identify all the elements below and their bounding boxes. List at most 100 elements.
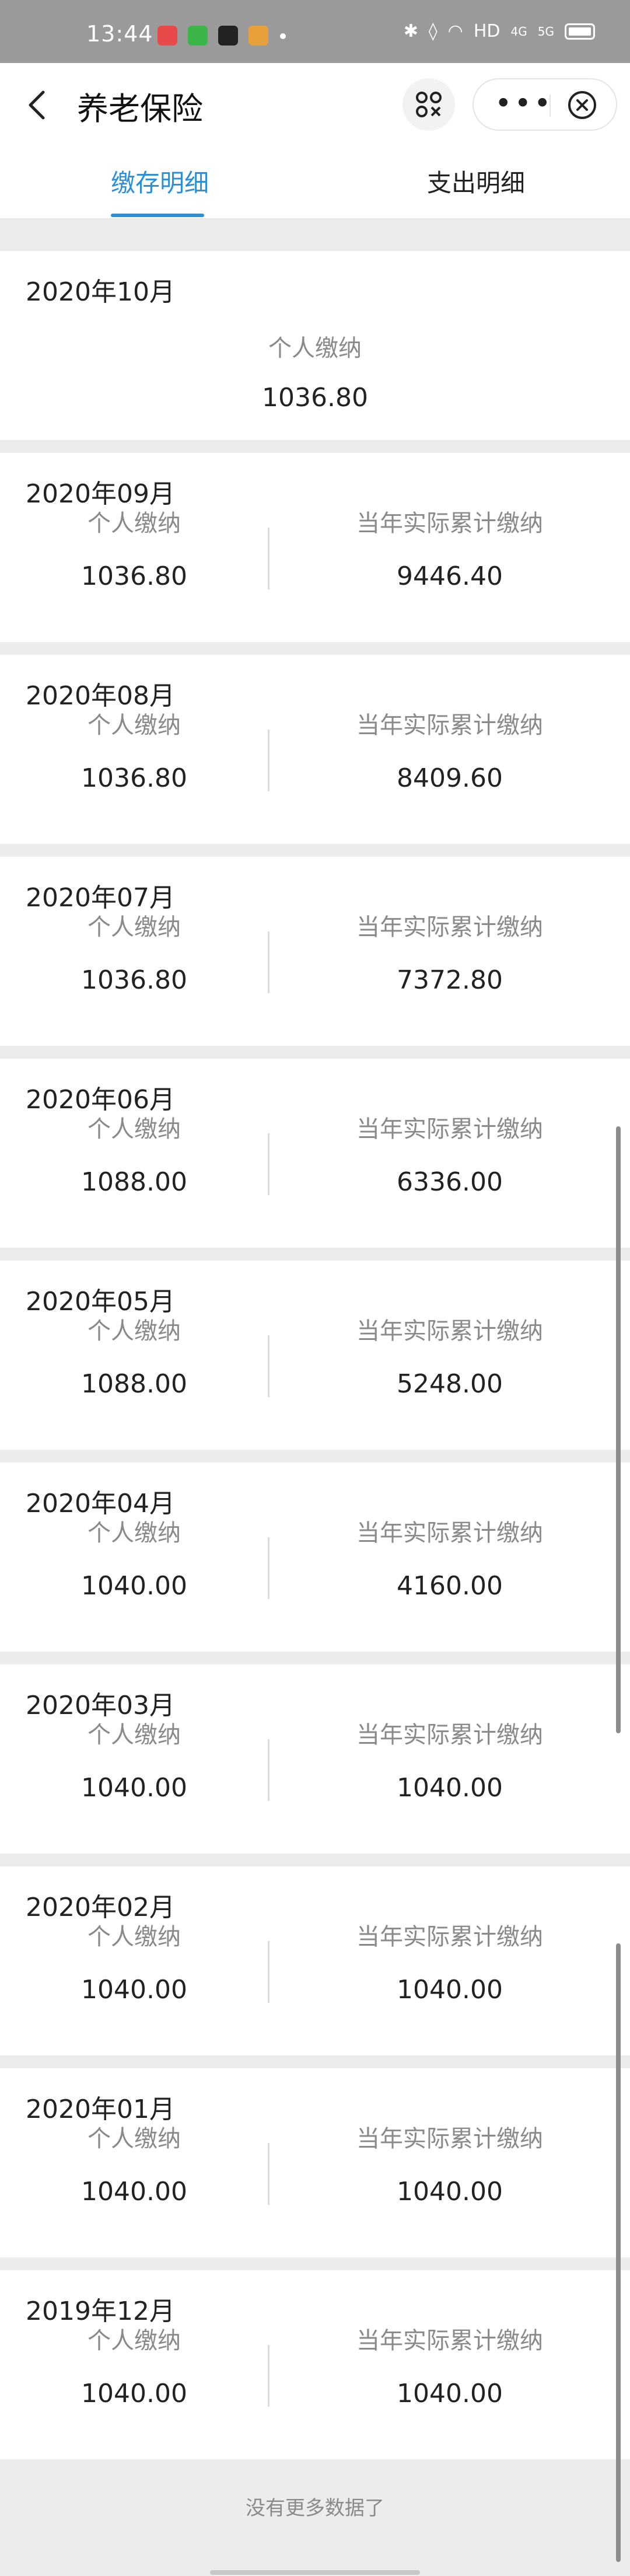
status-bar: 13:44 ✱ ◊ ◠ HD 4G 5G <box>0 0 630 63</box>
scrollbar-thumb[interactable] <box>616 1126 621 1733</box>
page-title: 养老保险 <box>77 90 203 127</box>
wechat-notification-icon <box>188 26 208 46</box>
tab-bar: 缴存明细 支出明细 <box>0 145 630 219</box>
cumulative-value: 4160.00 <box>397 1571 503 1601</box>
cumulative-contribution: 当年实际累计缴纳 1040.00 <box>270 1918 630 2005</box>
personal-contribution: 个人缴纳 1088.00 <box>0 1312 268 1399</box>
personal-contribution: 个人缴纳 1036.80 <box>0 908 268 995</box>
personal-contribution: 个人缴纳 1088.00 <box>0 1110 268 1197</box>
cumulative-value: 1040.00 <box>397 1975 503 2005</box>
cumulative-value: 8409.60 <box>397 763 503 793</box>
personal-value: 1040.00 <box>81 2177 187 2207</box>
cumulative-label: 当年实际累计缴纳 <box>356 1722 543 1748</box>
record-card: 2020年05月 个人缴纳 1088.00 当年实际累计缴纳 5248.00 <box>0 1261 630 1450</box>
signal-5g-label: 5G <box>537 24 554 39</box>
status-indicators: ✱ ◊ ◠ HD 4G 5G <box>404 21 595 41</box>
personal-value: 1040.00 <box>81 1773 187 1803</box>
cumulative-label: 当年实际累计缴纳 <box>356 712 543 739</box>
personal-label: 个人缴纳 <box>88 2327 181 2354</box>
no-more-data-text: 没有更多数据了 <box>246 2497 384 2520</box>
personal-label: 个人缴纳 <box>88 510 181 537</box>
cumulative-label: 当年实际累计缴纳 <box>356 2125 543 2152</box>
tab-deposit-details[interactable]: 缴存明细 <box>111 163 209 199</box>
personal-value: 1040.00 <box>81 1571 187 1601</box>
scrollbar-thumb-lower[interactable] <box>616 1943 621 2562</box>
cumulative-contribution: 当年实际累计缴纳 7372.80 <box>270 908 630 995</box>
more-notifications-dot <box>280 33 286 39</box>
personal-label: 个人缴纳 <box>88 1116 181 1143</box>
page-header: 养老保险 ••• <box>0 63 630 145</box>
personal-contribution: 个人缴纳 1040.00 <box>0 1918 268 2005</box>
active-tab-indicator <box>111 214 204 217</box>
personal-label: 个人缴纳 <box>268 335 362 362</box>
cumulative-label: 当年实际累计缴纳 <box>356 1116 543 1143</box>
personal-value: 1088.00 <box>81 1167 187 1197</box>
close-circle-icon[interactable] <box>565 88 600 123</box>
cumulative-value: 1040.00 <box>397 2379 503 2409</box>
record-card: 2020年08月 个人缴纳 1036.80 当年实际累计缴纳 8409.60 <box>0 655 630 844</box>
tab-expense-details[interactable]: 支出明细 <box>427 163 525 199</box>
scan-button[interactable] <box>402 78 455 131</box>
personal-label: 个人缴纳 <box>88 1924 181 1950</box>
personal-value: 1036.80 <box>81 763 187 793</box>
personal-value: 1036.80 <box>81 561 187 591</box>
cumulative-contribution: 当年实际累计缴纳 1040.00 <box>270 2120 630 2207</box>
record-card: 2020年10月 个人缴纳 1036.80 <box>0 251 630 440</box>
cumulative-value: 5248.00 <box>397 1369 503 1399</box>
personal-contribution: 个人缴纳 1040.00 <box>0 1716 268 1803</box>
record-card: 2020年06月 个人缴纳 1088.00 当年实际累计缴纳 6336.00 <box>0 1059 630 1248</box>
cumulative-contribution: 当年实际累计缴纳 1040.00 <box>270 2322 630 2409</box>
cumulative-contribution: 当年实际累计缴纳 5248.00 <box>270 1312 630 1399</box>
personal-value: 1036.80 <box>81 965 187 995</box>
record-card: 2020年04月 个人缴纳 1040.00 当年实际累计缴纳 4160.00 <box>0 1462 630 1652</box>
cumulative-value: 1040.00 <box>397 2177 503 2207</box>
cumulative-contribution: 当年实际累计缴纳 8409.60 <box>270 706 630 793</box>
personal-label: 个人缴纳 <box>88 1318 181 1345</box>
capsule-divider <box>550 95 551 117</box>
record-card: 2020年03月 个人缴纳 1040.00 当年实际累计缴纳 1040.00 <box>0 1664 630 1854</box>
record-card: 2020年07月 个人缴纳 1036.80 当年实际累计缴纳 7372.80 <box>0 857 630 1046</box>
record-card: 2020年02月 个人缴纳 1040.00 当年实际累计缴纳 1040.00 <box>0 1866 630 2055</box>
personal-contribution: 个人缴纳 1040.00 <box>0 2120 268 2207</box>
douyin-notification-icon <box>218 26 238 46</box>
cumulative-label: 当年实际累计缴纳 <box>356 2327 543 2354</box>
cumulative-label: 当年实际累计缴纳 <box>356 510 543 537</box>
status-time: 13:44 <box>86 21 153 47</box>
personal-contribution: 个人缴纳 1036.80 <box>0 329 630 413</box>
record-list: 2020年10月 个人缴纳 1036.80 2020年09月 个人缴纳 1036… <box>0 251 630 2472</box>
personal-contribution: 个人缴纳 1036.80 <box>0 706 268 793</box>
personal-value: 1036.80 <box>262 383 368 413</box>
battery-icon <box>565 23 595 40</box>
cumulative-contribution: 当年实际累计缴纳 1040.00 <box>270 1716 630 1803</box>
network-label: HD <box>473 21 501 41</box>
personal-label: 个人缴纳 <box>88 1520 181 1547</box>
more-button[interactable]: ••• <box>495 89 553 118</box>
personal-label: 个人缴纳 <box>88 712 181 739</box>
record-card: 2019年12月 个人缴纳 1040.00 当年实际累计缴纳 1040.00 <box>0 2270 630 2459</box>
back-arrow-icon[interactable] <box>23 88 52 123</box>
cumulative-label: 当年实际累计缴纳 <box>356 1318 543 1345</box>
weibo-notification-icon <box>249 26 268 46</box>
record-card: 2020年09月 个人缴纳 1036.80 当年实际累计缴纳 9446.40 <box>0 453 630 642</box>
cumulative-value: 9446.40 <box>397 561 503 591</box>
personal-contribution: 个人缴纳 1040.00 <box>0 1514 268 1601</box>
mini-program-capsule: ••• <box>473 78 617 131</box>
scan-icon <box>416 92 442 117</box>
personal-label: 个人缴纳 <box>88 914 181 941</box>
record-month: 2020年10月 <box>26 277 175 307</box>
personal-label: 个人缴纳 <box>88 1722 181 1748</box>
personal-label: 个人缴纳 <box>88 2125 181 2152</box>
cumulative-label: 当年实际累计缴纳 <box>356 914 543 941</box>
cumulative-contribution: 当年实际累计缴纳 9446.40 <box>270 504 630 591</box>
cumulative-label: 当年实际累计缴纳 <box>356 1520 543 1547</box>
signal-4g-label: 4G <box>510 24 527 39</box>
cumulative-contribution: 当年实际累计缴纳 6336.00 <box>270 1110 630 1197</box>
cumulative-value: 1040.00 <box>397 1773 503 1803</box>
personal-value: 1040.00 <box>81 1975 187 2005</box>
personal-value: 1040.00 <box>81 2379 187 2409</box>
cumulative-contribution: 当年实际累计缴纳 4160.00 <box>270 1514 630 1601</box>
notification-app-icon <box>158 26 177 46</box>
cumulative-label: 当年实际累计缴纳 <box>356 1924 543 1950</box>
wifi-icon: ◠ <box>447 21 463 41</box>
vibrate-icon: ◊ <box>428 21 438 41</box>
